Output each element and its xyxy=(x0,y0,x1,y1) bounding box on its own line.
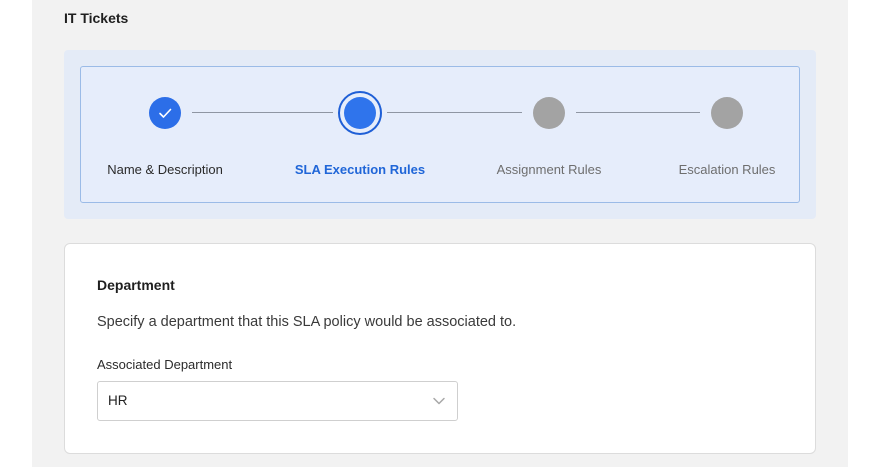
step-4-label[interactable]: Escalation Rules xyxy=(679,162,776,177)
step-2-label[interactable]: SLA Execution Rules xyxy=(295,162,425,177)
step-1-completed-indicator[interactable] xyxy=(149,97,181,129)
check-icon xyxy=(159,108,172,118)
chevron-down-icon[interactable] xyxy=(432,396,446,406)
step-3-label[interactable]: Assignment Rules xyxy=(497,162,602,177)
step-1-label[interactable]: Name & Description xyxy=(107,162,223,177)
page-title: IT Tickets xyxy=(64,10,129,26)
step-connector xyxy=(576,112,700,113)
step-2-current-dot xyxy=(344,97,376,129)
step-connector xyxy=(387,112,522,113)
step-connector xyxy=(192,112,333,113)
department-card xyxy=(64,243,816,454)
department-description: Specify a department that this SLA polic… xyxy=(97,314,517,330)
stepper-panel xyxy=(80,66,800,203)
department-heading: Department xyxy=(97,277,175,293)
step-2-current-indicator[interactable] xyxy=(338,91,382,135)
step-4-upcoming-indicator[interactable] xyxy=(711,97,743,129)
associated-department-select[interactable]: HR xyxy=(97,381,458,421)
associated-department-label: Associated Department xyxy=(97,357,233,372)
selected-department-value: HR xyxy=(108,393,128,408)
step-3-upcoming-indicator[interactable] xyxy=(533,97,565,129)
